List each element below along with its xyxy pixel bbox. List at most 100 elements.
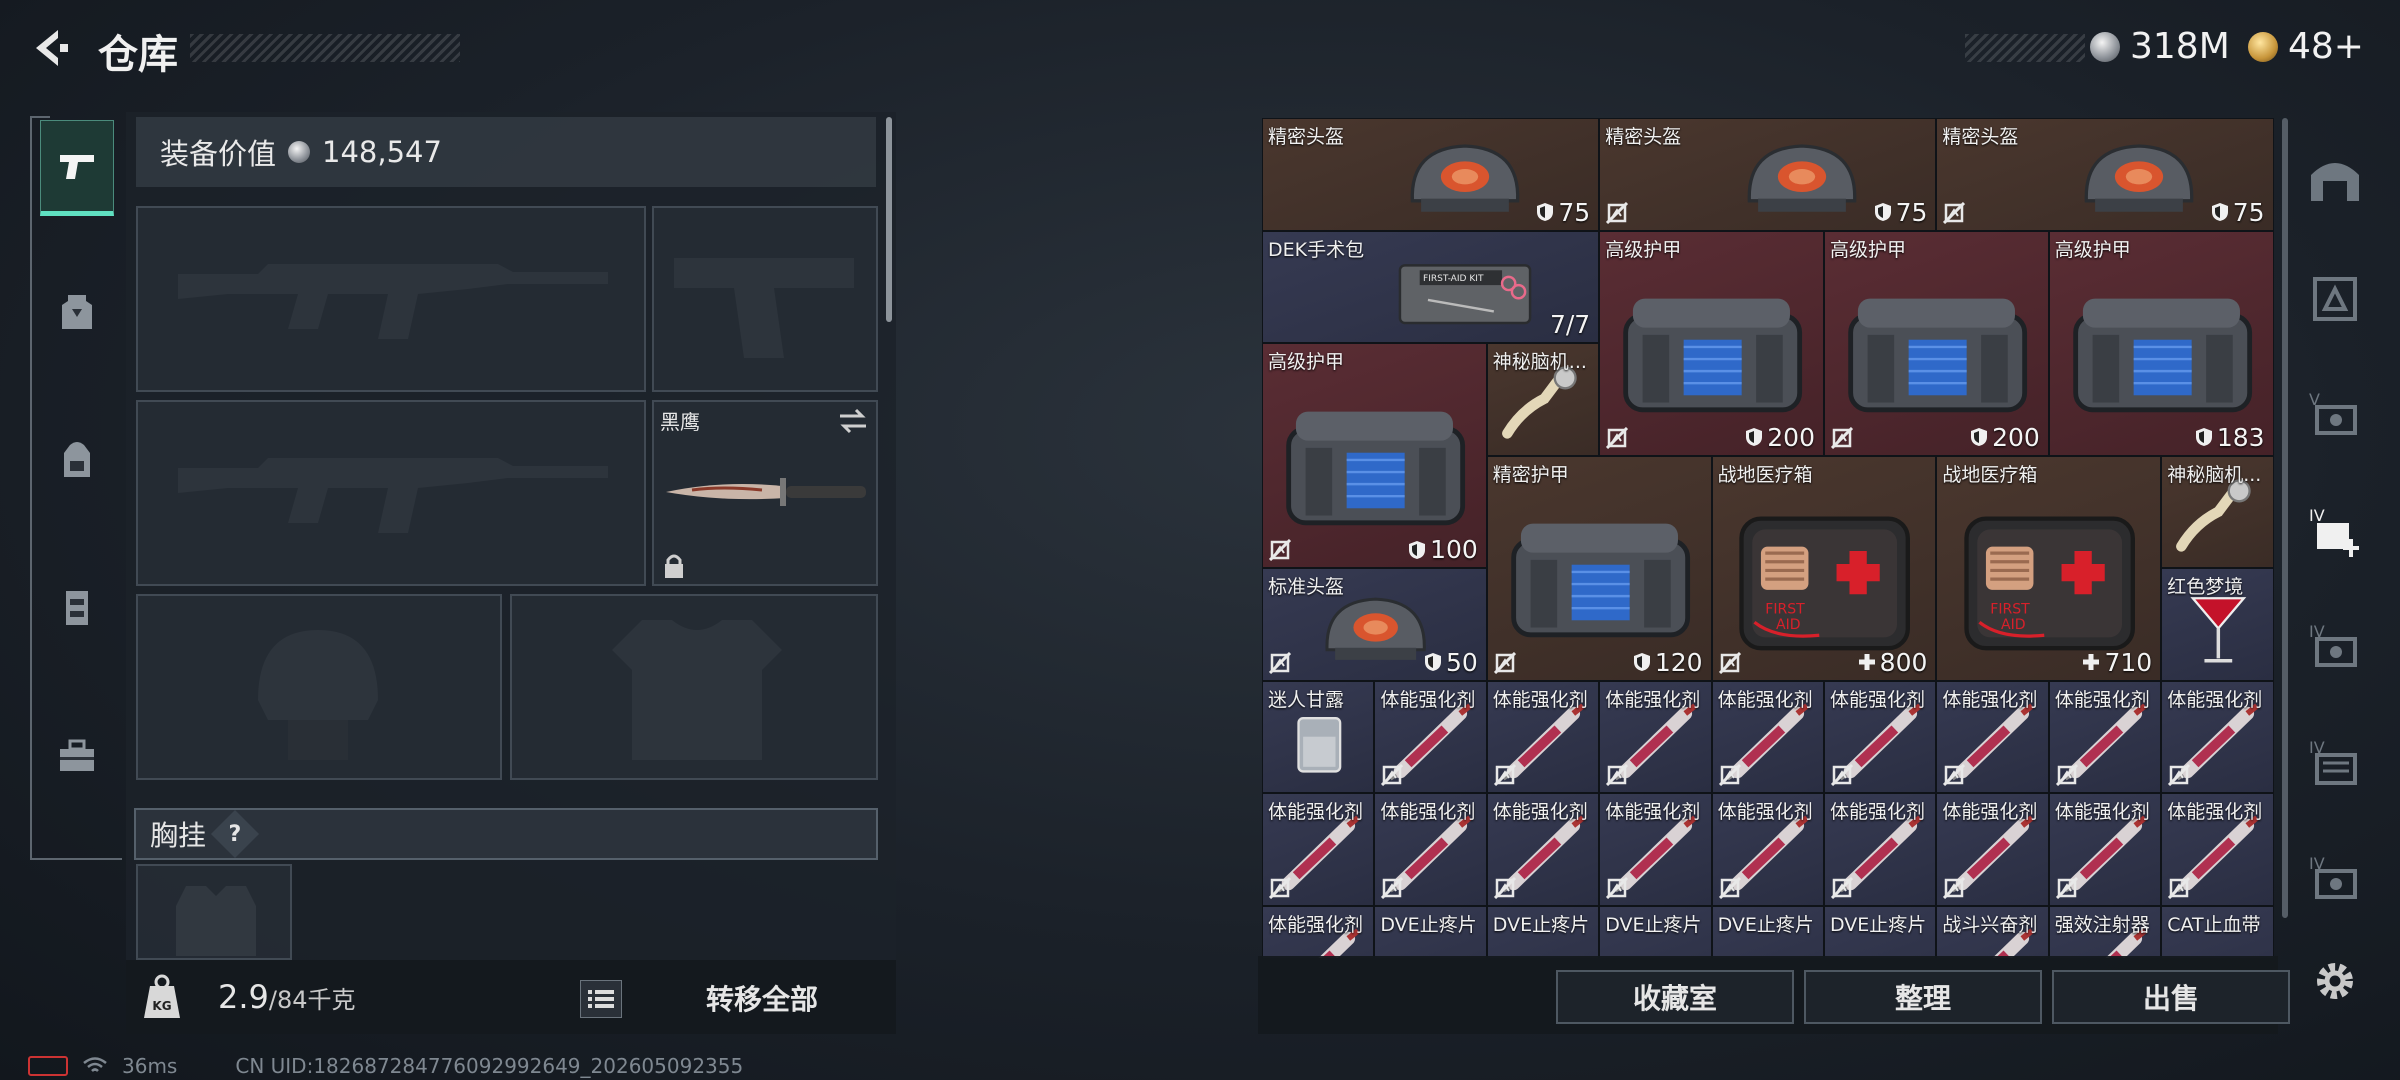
nav-case-2[interactable]: V [2304, 384, 2366, 446]
inventory-item[interactable]: CAT止血带 [2161, 905, 2274, 958]
inventory-item[interactable]: DVE止疼片 [1824, 905, 1937, 958]
silver-currency[interactable]: 318M [2090, 26, 2230, 67]
nav-chest-rig[interactable] [40, 264, 114, 360]
nav-case-1[interactable] [2304, 268, 2366, 330]
secondary-weapon-slot[interactable] [136, 400, 646, 586]
inventory-item[interactable]: DVE止疼片 [1486, 905, 1600, 958]
shield-icon [1536, 202, 1554, 222]
inventory-item[interactable]: FIRST AID 战地医疗箱 710 [1936, 455, 2162, 681]
inventory-item[interactable]: DVE止疼片 [1599, 905, 1712, 958]
help-icon[interactable]: ? [210, 809, 260, 859]
primary-weapon-slot[interactable] [136, 206, 646, 392]
nav-case-5[interactable]: IV [2304, 732, 2366, 794]
inventory-item[interactable]: 体能强化剂 [1824, 793, 1937, 906]
item-name: 体能强化剂 [1268, 913, 1364, 936]
back-arrow-icon[interactable] [28, 26, 72, 70]
nav-warehouse[interactable] [2304, 148, 2366, 210]
storage-footer: 收藏室 整理 出售 [1258, 956, 2290, 1034]
item-value: 710 [2082, 648, 2152, 677]
inventory-item[interactable]: 红色梦境 [2161, 568, 2274, 681]
shield-icon [2195, 427, 2213, 447]
item-value-text: 200 [1767, 422, 1815, 452]
organize-button[interactable]: 整理 [1804, 970, 2042, 1024]
settings-button[interactable] [2304, 950, 2366, 1012]
sell-button[interactable]: 出售 [2052, 970, 2290, 1024]
medkit-icon: FIRST AID [1728, 497, 1921, 663]
inventory-item[interactable]: 体能强化剂 [1824, 680, 1937, 793]
transfer-all-button[interactable]: 转移全部 [642, 970, 882, 1026]
inventory-item[interactable]: 体能强化剂 [1374, 680, 1487, 793]
inventory-item[interactable]: DVE止疼片 [1711, 905, 1824, 958]
inventory-item[interactable]: 精密头盔 75 [1936, 118, 2274, 231]
armor-slot[interactable] [510, 594, 878, 780]
item-name: 红色梦境 [2167, 576, 2244, 598]
list-view-button[interactable] [580, 980, 622, 1018]
inventory-item[interactable]: FIRST AID 战地医疗箱 800 [1711, 455, 1937, 681]
inventory-item[interactable]: 精密头盔 75 [1262, 118, 1600, 231]
inventory-item[interactable]: 体能强化剂 [2161, 793, 2274, 906]
item-name: 体能强化剂 [1717, 688, 1813, 711]
inventory-item[interactable]: 体能强化剂 [1936, 793, 2049, 906]
storage-scrollbar[interactable] [2282, 118, 2288, 918]
pistol-slot[interactable] [652, 206, 878, 392]
inventory-item[interactable]: 体能强化剂 [1262, 793, 1375, 906]
inventory-item[interactable]: 高级护甲 100 [1262, 343, 1487, 568]
helmet-slot[interactable] [136, 594, 502, 780]
item-name: 高级护甲 [1830, 238, 1907, 261]
equipment-footer: KG 2.9/84千克 转移全部 [126, 960, 896, 1034]
nav-toolbox[interactable] [40, 708, 114, 804]
item-value: 200 [1970, 423, 2040, 452]
inventory-item[interactable]: 体能强化剂 [1936, 680, 2049, 793]
item-value: 800 [1858, 648, 1927, 677]
item-name: 体能强化剂 [1830, 801, 1926, 823]
nav-case-4[interactable]: IV [2304, 616, 2366, 678]
nav-case-3[interactable]: IV [2304, 500, 2366, 562]
inventory-item[interactable]: FIRST-AID KIT DEK手术包 7/7 [1262, 230, 1600, 343]
kit-icon: FIRST-AID KIT [1395, 247, 1535, 339]
inventory-item[interactable]: DVE止疼片 [1374, 905, 1487, 958]
nav-weapons[interactable] [40, 120, 114, 216]
gold-currency[interactable]: 48+ [2248, 26, 2364, 67]
inventory-item[interactable]: 体能强化剂 [1486, 793, 1600, 906]
chest-rig-label: 胸挂 [150, 819, 207, 852]
inventory-item[interactable]: 体能强化剂 [1486, 680, 1600, 793]
item-name: 高级护甲 [2054, 238, 2131, 261]
inventory-item[interactable]: 体能强化剂 [2161, 680, 2274, 793]
inventory-item[interactable]: 体能强化剂 [1711, 680, 1824, 793]
nav-pouch[interactable] [40, 560, 114, 656]
melee-slot[interactable]: 黑鹰 [652, 400, 878, 586]
helmet-silhouette-icon [258, 630, 378, 760]
untradeable-icon [1718, 876, 1741, 899]
swap-icon[interactable] [838, 408, 868, 434]
inventory-item[interactable]: 战斗兴奋剂 [1936, 905, 2049, 958]
nav-case-6[interactable]: IV [2304, 848, 2366, 910]
inventory-item[interactable]: 高级护甲 183 [2048, 230, 2274, 456]
item-name: 体能强化剂 [1717, 801, 1813, 823]
item-value: 50 [1424, 648, 1478, 677]
battery-icon [28, 1056, 68, 1076]
collection-button[interactable]: 收藏室 [1556, 970, 1794, 1024]
chest-rig-slot[interactable] [136, 864, 292, 960]
inventory-item[interactable]: 体能强化剂 [1711, 793, 1824, 906]
inventory-item[interactable]: 体能强化剂 [1262, 905, 1375, 958]
inventory-item[interactable]: 体能强化剂 [1599, 793, 1712, 906]
inventory-item[interactable]: 体能强化剂 [1599, 680, 1712, 793]
inventory-item[interactable]: 强效注射器 [2048, 905, 2162, 958]
inventory-item[interactable]: 体能强化剂 [2048, 793, 2162, 906]
inventory-item[interactable]: 神秘脑机... [2161, 455, 2274, 568]
equipment-scrollbar[interactable] [886, 117, 892, 322]
inventory-item[interactable]: 神秘脑机... [1486, 343, 1600, 456]
inventory-item[interactable]: 高级护甲 200 [1824, 230, 2049, 456]
item-value-text: 100 [1430, 535, 1478, 564]
inventory-item[interactable]: 体能强化剂 [2048, 680, 2162, 793]
nav-backpack[interactable] [40, 412, 114, 508]
inventory-item[interactable]: 标准头盔 50 [1262, 568, 1487, 681]
item-name: 体能强化剂 [1380, 688, 1476, 711]
inventory-item[interactable]: 精密护甲 120 [1486, 455, 1712, 681]
item-value-text: 75 [1895, 197, 1928, 227]
inventory-item[interactable]: 高级护甲 200 [1599, 230, 1824, 456]
inventory-item[interactable]: 精密头盔 75 [1599, 118, 1937, 231]
svg-text:KG: KG [152, 999, 171, 1013]
inventory-item[interactable]: 迷人甘露 [1262, 680, 1375, 793]
inventory-item[interactable]: 体能强化剂 [1374, 793, 1487, 906]
